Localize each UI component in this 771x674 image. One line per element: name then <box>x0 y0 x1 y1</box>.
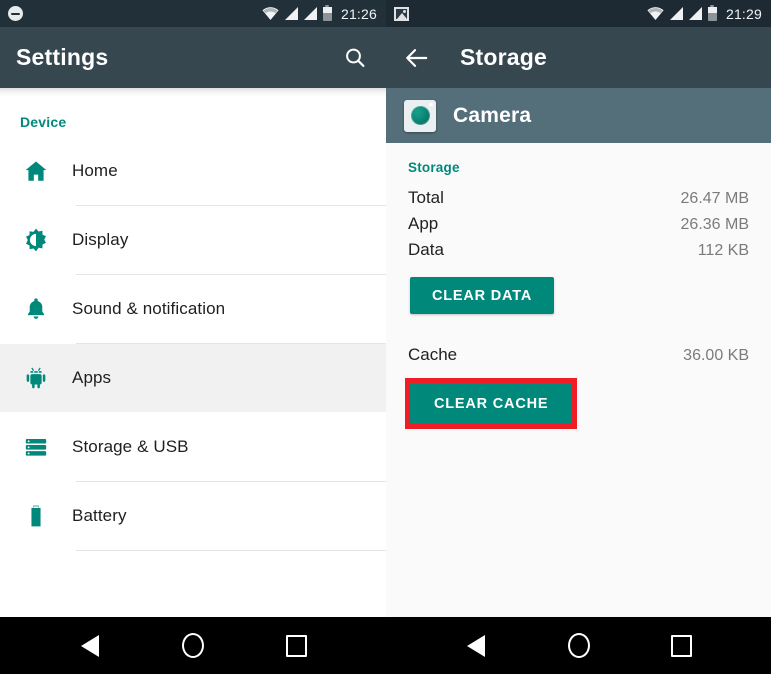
app-name-label: Camera <box>453 103 532 127</box>
back-button[interactable] <box>402 43 432 73</box>
storage-detail-panel: Storage Total 26.47 MB App 26.36 MB Data… <box>386 143 771 617</box>
sidebar-item-label: Battery <box>72 506 127 525</box>
signal-icon <box>669 7 683 20</box>
search-icon <box>346 48 365 67</box>
battery-icon <box>707 4 717 21</box>
section-header-storage: Storage <box>408 160 460 175</box>
status-bar-system-icons: 21:29 <box>647 4 762 22</box>
cache-row: Cache 36.00 KB <box>408 342 749 368</box>
settings-list[interactable]: Device Home Display Sound & notification… <box>0 88 386 617</box>
clock-label: 21:29 <box>725 5 762 22</box>
brightness-icon <box>0 227 72 253</box>
do-not-disturb-icon <box>8 6 23 21</box>
storage-row-key: App <box>408 214 439 233</box>
nav-bar-right <box>386 617 771 674</box>
sidebar-item-label: Display <box>72 230 129 249</box>
screenshot-pair: 21:26 Settings Device Home Display Sound… <box>0 0 771 674</box>
bell-icon <box>0 296 72 322</box>
battery-icon <box>0 503 72 529</box>
sidebar-item-apps[interactable]: Apps <box>0 344 386 412</box>
sidebar-item-home[interactable]: Home <box>0 137 386 205</box>
status-bar-notifications <box>394 6 409 21</box>
sidebar-item-battery[interactable]: Battery <box>0 482 386 550</box>
storage-row-value: 26.36 MB <box>680 216 749 233</box>
status-bar-left: 21:26 <box>0 0 386 27</box>
storage-app-bar: Storage <box>386 27 771 88</box>
storage-row-total: Total 26.47 MB <box>408 185 749 211</box>
sidebar-item-storage-usb[interactable]: Storage & USB <box>0 413 386 481</box>
camera-lens-icon <box>410 106 430 125</box>
storage-row-data: Data 112 KB <box>408 237 749 263</box>
cache-row-value: 36.00 KB <box>683 347 749 364</box>
app-header-row: Camera <box>386 88 771 143</box>
storage-row-app: App 26.36 MB <box>408 211 749 237</box>
back-triangle-icon <box>80 634 99 657</box>
nav-bar-left <box>0 617 386 674</box>
nav-home-button[interactable] <box>169 622 217 670</box>
signal-icon <box>688 7 702 20</box>
home-circle-icon <box>181 633 204 658</box>
wifi-glyph <box>647 7 664 20</box>
wifi-glyph <box>262 7 279 20</box>
back-triangle-icon <box>466 634 485 657</box>
clock-label: 21:26 <box>340 5 377 22</box>
signal-icon <box>284 7 298 20</box>
storage-row-key: Total <box>408 188 444 207</box>
screenshot-icon <box>394 6 409 21</box>
appbar-shadow <box>0 88 386 97</box>
home-icon <box>0 158 72 184</box>
sidebar-item-label: Home <box>72 161 118 180</box>
search-button[interactable] <box>340 43 370 73</box>
arrow-back-icon <box>406 48 428 67</box>
right-phone-screen: 21:29 Storage Camera Storage Total 26.47… <box>386 0 771 674</box>
wifi-icon <box>647 7 664 20</box>
sidebar-item-sound-notification[interactable]: Sound & notification <box>0 275 386 343</box>
android-icon <box>0 365 72 391</box>
nav-recents-button[interactable] <box>272 622 320 670</box>
status-bar-notifications <box>8 6 23 21</box>
nav-back-button[interactable] <box>452 622 500 670</box>
cache-section: Cache 36.00 KB CLEAR CACHE <box>405 342 749 429</box>
cache-row-key: Cache <box>408 345 458 364</box>
clear-cache-highlight-box: CLEAR CACHE <box>405 378 578 429</box>
list-divider <box>76 550 386 551</box>
clear-cache-button[interactable]: CLEAR CACHE <box>410 383 573 424</box>
storage-row-value: 26.47 MB <box>680 190 749 207</box>
wifi-icon <box>262 7 279 20</box>
status-bar-system-icons: 21:26 <box>262 4 377 22</box>
battery-icon <box>322 4 332 21</box>
sidebar-item-label: Storage & USB <box>72 437 189 456</box>
camera-app-icon <box>404 99 436 132</box>
home-circle-icon <box>567 633 590 658</box>
recents-square-icon <box>285 634 307 657</box>
storage-row-value: 112 KB <box>697 242 749 259</box>
camera-flash-icon <box>429 102 433 106</box>
page-title: Storage <box>460 44 548 70</box>
sidebar-item-label: Sound & notification <box>72 299 226 318</box>
settings-app-bar: Settings <box>0 27 386 88</box>
storage-row-key: Data <box>408 240 444 259</box>
sidebar-item-label: Apps <box>72 368 112 387</box>
storage-icon <box>0 434 72 460</box>
recents-square-icon <box>671 634 692 657</box>
sidebar-item-display[interactable]: Display <box>0 206 386 274</box>
nav-home-button[interactable] <box>555 622 603 670</box>
page-title: Settings <box>16 44 109 70</box>
clear-data-button[interactable]: CLEAR DATA <box>410 277 555 314</box>
status-bar-right: 21:29 <box>386 0 771 27</box>
signal-icon <box>303 7 317 20</box>
left-phone-screen: 21:26 Settings Device Home Display Sound… <box>0 0 386 674</box>
section-header-device: Device <box>20 114 67 130</box>
nav-recents-button[interactable] <box>658 622 706 670</box>
nav-back-button[interactable] <box>66 622 114 670</box>
